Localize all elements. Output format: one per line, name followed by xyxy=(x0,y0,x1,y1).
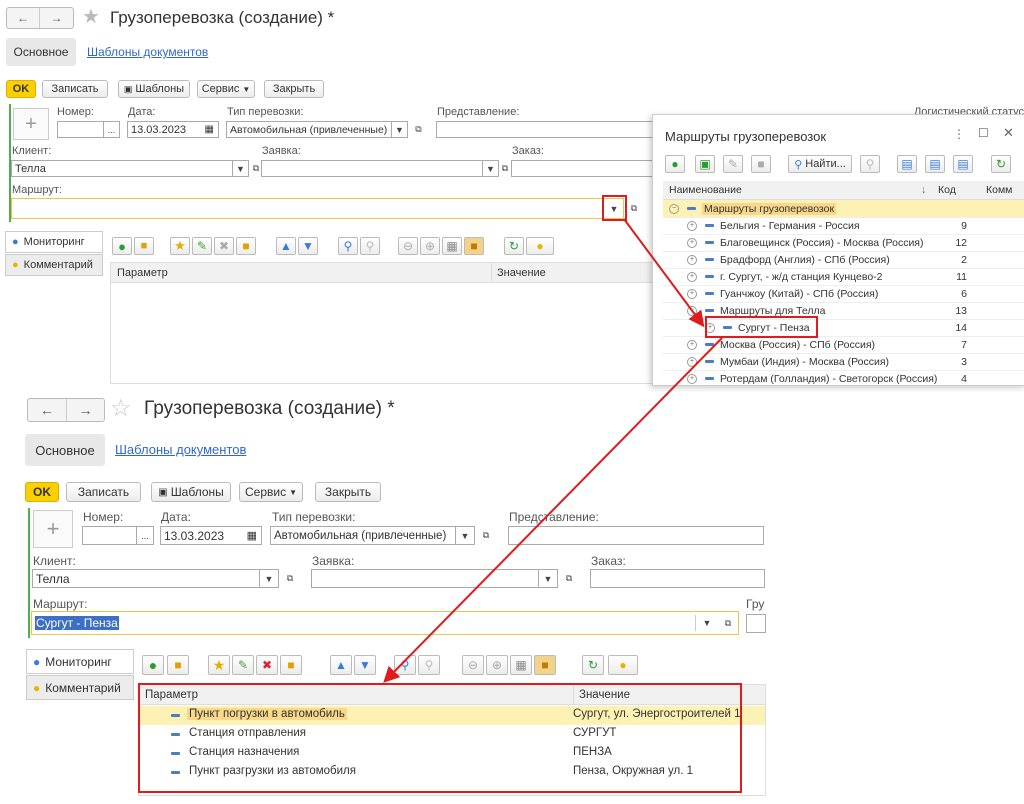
arrow-to-route-list xyxy=(623,218,705,328)
arrow-to-params xyxy=(383,337,723,683)
annotation-arrows xyxy=(383,218,723,683)
